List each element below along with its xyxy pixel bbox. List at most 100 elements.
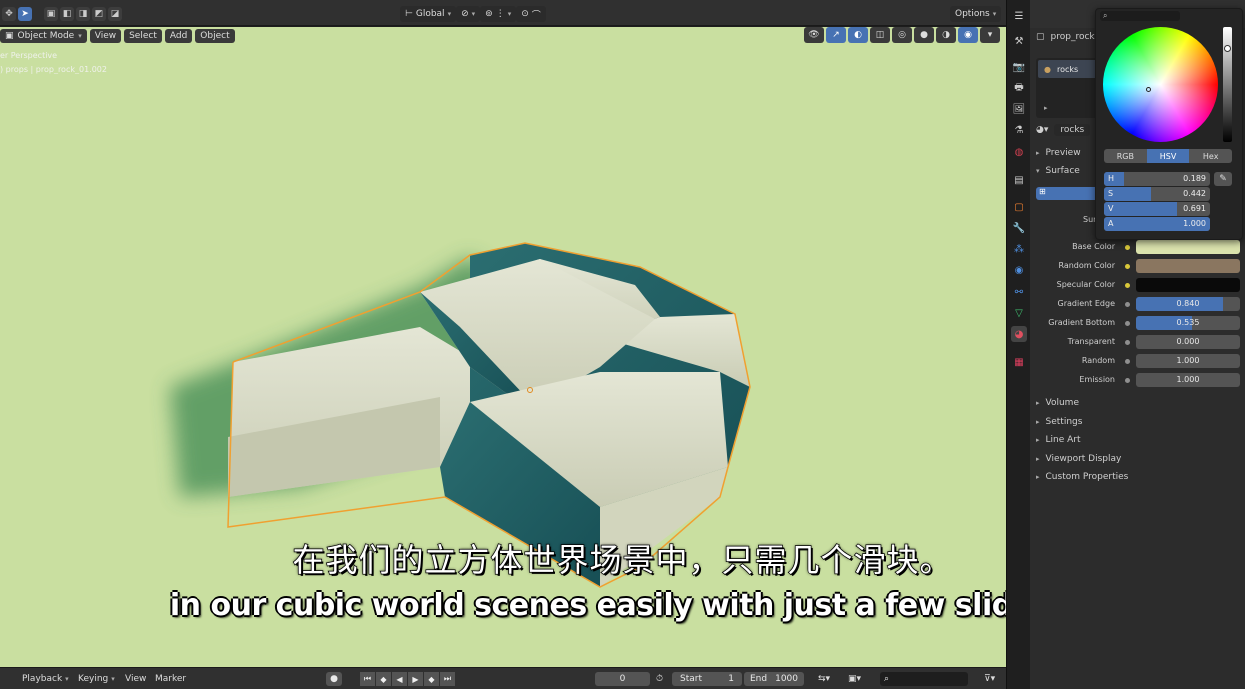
preview-range-icon[interactable]: ⏱ [656,672,663,686]
play-reverse-icon[interactable]: ◀ [392,672,407,686]
timeline-view-menu[interactable]: View [125,672,146,686]
value-slider-handle[interactable] [1224,45,1231,52]
socket-dot-icon[interactable] [1125,378,1130,383]
socket-dot-icon[interactable] [1125,359,1130,364]
menu-select[interactable]: Select [124,29,162,43]
menu-object[interactable]: Object [195,29,235,43]
jump-start-icon[interactable]: ⏮ [360,672,375,686]
render-tab-icon[interactable]: 📷 [1011,59,1027,75]
gizmo-icon[interactable]: ↗ [826,27,846,43]
expand-list-icon[interactable]: ▸ [1044,104,1048,112]
modifier-tab-icon[interactable]: 🔧 [1011,220,1027,236]
select-intersect-icon[interactable]: ◪ [108,7,122,21]
visibility-icon[interactable]: 👁 [804,27,824,43]
value-slider-field[interactable]: 1.000 [1136,373,1240,387]
socket-dot-icon[interactable] [1125,245,1130,250]
keying-menu[interactable]: Keying ▾ [78,672,115,686]
mode-dropdown[interactable]: ▣ Object Mode ▾ [0,29,87,43]
value-slider-field[interactable]: 0.535 [1136,316,1240,330]
material-selector[interactable]: ◕▾ rocks [1036,124,1091,136]
socket-dot-icon[interactable] [1125,340,1130,345]
editor-type-icon[interactable]: ✥ [2,7,16,21]
saturation-field[interactable]: S 0.442 [1104,187,1210,201]
color-swatch[interactable] [1136,259,1240,273]
select-subtract-icon[interactable]: ◨ [76,7,90,21]
jump-end-icon[interactable]: ⏭ [440,672,455,686]
use-nodes-button[interactable]: ⊞ [1036,187,1102,200]
select-invert-icon[interactable]: ◩ [92,7,106,21]
xray-icon[interactable]: ◫ [870,27,890,43]
select-box-icon[interactable]: ▣ [44,7,58,21]
output-tab-icon[interactable]: 🖶 [1011,80,1027,96]
material-shading-icon[interactable]: ◑ [936,27,956,43]
socket-dot-icon[interactable] [1125,283,1130,288]
start-frame-field[interactable]: Start 1 [672,672,742,686]
value-slider-field[interactable]: 1.000 [1136,354,1240,368]
pivot-dropdown[interactable]: ⊘ ▾ [456,6,481,22]
overlay-icon[interactable]: ◐ [848,27,868,43]
world-tab-icon[interactable]: ◍ [1011,144,1027,160]
menu-view[interactable]: View [89,29,122,43]
physics-tab-icon[interactable]: ◉ [1011,262,1027,278]
constraints-tab-icon[interactable]: ⚯ [1011,284,1027,300]
search-input[interactable]: ⌕ [880,672,968,686]
options-dropdown[interactable]: Options ▾ [950,6,1002,22]
current-frame-field[interactable]: 0 [595,672,650,686]
select-tool-icon[interactable]: ➤ [18,7,32,21]
shading-options-icon[interactable]: ▾ [980,27,1000,43]
socket-dot-icon[interactable] [1125,264,1130,269]
next-keyframe-icon[interactable]: ◆ [424,672,439,686]
view-layer-tab-icon[interactable]: 🖼 [1011,101,1027,117]
prev-keyframe-icon[interactable]: ◆ [376,672,391,686]
value-slider-field[interactable]: 0.000 [1136,335,1240,349]
playback-menu[interactable]: Playback ▾ [22,672,69,686]
editor-type-timeline-icon[interactable]: ⇆▾ [818,672,830,686]
surface-section[interactable]: ▾ Surface [1036,166,1080,176]
picker-search[interactable]: ⌕ [1100,11,1180,21]
transform-orientation-dropdown[interactable]: ⊢ Global ▾ [400,6,457,22]
section-custom-properties[interactable]: ▸ Custom Properties [1036,472,1128,482]
solid-shading-icon[interactable]: ● [914,27,934,43]
hue-saturation-wheel[interactable] [1103,27,1218,142]
marker-menu[interactable]: Marker [155,672,186,686]
mode-rgb-tab[interactable]: RGB [1104,149,1147,163]
record-button[interactable]: ● [326,672,342,686]
eyedropper-icon[interactable]: ✎ [1214,172,1232,186]
color-swatch[interactable] [1136,240,1240,254]
value-slider-field[interactable]: 0.840 [1136,297,1240,311]
texture-tab-icon[interactable]: ▦ [1011,354,1027,370]
value-field[interactable]: V 0.691 [1104,202,1210,216]
section-settings[interactable]: ▸ Settings [1036,417,1082,427]
color-swatch[interactable] [1136,278,1240,292]
select-extend-icon[interactable]: ◧ [60,7,74,21]
snap-dropdown[interactable]: ⊚ ⋮ ▾ [480,6,517,22]
view-layer-icon[interactable]: ▣▾ [848,672,861,686]
rendered-shading-icon[interactable]: ◉ [958,27,978,43]
hue-field[interactable]: H 0.189 [1104,172,1210,186]
tool-tab-icon[interactable]: ⚒ [1011,33,1027,49]
color-picker-popup[interactable]: ⌕ RGB HSV Hex H 0.189 S 0.442 V 0.691 A … [1095,8,1243,240]
particles-tab-icon[interactable]: ⁂ [1011,241,1027,257]
menu-add[interactable]: Add [164,29,193,43]
mode-hex-tab[interactable]: Hex [1189,149,1233,163]
section-line-art[interactable]: ▸ Line Art [1036,435,1081,445]
data-tab-icon[interactable]: ▽ [1011,305,1027,321]
end-frame-field[interactable]: End 1000 [744,672,804,686]
proportional-edit-button[interactable]: ⊙ ⌒ [516,6,546,22]
socket-dot-icon[interactable] [1125,302,1130,307]
socket-dot-icon[interactable] [1125,321,1130,326]
filter-icon[interactable]: ⊽▾ [984,672,995,686]
play-icon[interactable]: ▶ [408,672,423,686]
material-tab-icon[interactable]: ◕ [1011,326,1027,342]
preview-section[interactable]: ▸ Preview [1036,148,1081,158]
mode-hsv-tab[interactable]: HSV [1146,149,1190,163]
wireframe-shading-icon[interactable]: ◎ [892,27,912,43]
color-wheel-cursor[interactable] [1146,87,1151,92]
alpha-field[interactable]: A 1.000 [1104,217,1210,231]
section-volume[interactable]: ▸ Volume [1036,398,1079,408]
scene-tab-icon[interactable]: ⚗ [1011,122,1027,138]
object-tab-icon[interactable]: ▢ [1011,199,1027,215]
section-viewport-display[interactable]: ▸ Viewport Display [1036,454,1121,464]
editor-type-properties-icon[interactable]: ☰ [1011,8,1027,24]
collection-tab-icon[interactable]: ▤ [1011,172,1027,188]
